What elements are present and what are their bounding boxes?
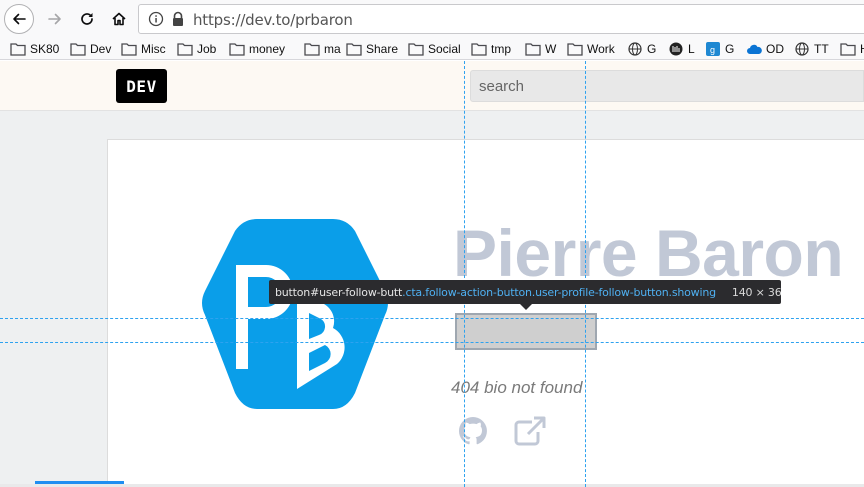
bookmark-item[interactable]: Work (567, 40, 615, 58)
bookmark-item[interactable]: money (229, 40, 285, 58)
bookmark-label: OD (766, 42, 784, 56)
bookmark-label: SK80 (30, 42, 60, 56)
bookmark-label: Dev (90, 42, 112, 56)
arrow-left-icon (13, 13, 26, 25)
folder-icon (525, 42, 541, 56)
tooltip-classes: .cta.follow-action-button.user-profile-f… (402, 285, 716, 299)
bookmark-label: money (249, 42, 286, 56)
folder-icon (471, 42, 487, 56)
bookmark-item[interactable]: Social (408, 40, 461, 58)
reload-icon (81, 13, 93, 25)
bookmark-label: W (545, 42, 557, 56)
bookmark-item[interactable]: Job (177, 40, 216, 58)
github-icon (458, 416, 487, 445)
site-icon (668, 42, 684, 56)
arrow-right-icon (48, 13, 61, 25)
tooltip-id: #user-follow-butt (310, 285, 403, 299)
profile-bio: 404 bio not found (451, 378, 583, 397)
info-icon[interactable] (148, 11, 164, 32)
folder-icon (567, 42, 583, 56)
bookmark-label: ma (324, 42, 341, 56)
bookmark-item[interactable]: tmp (471, 40, 511, 58)
folder-icon (121, 42, 137, 56)
bookmark-label: Work (587, 42, 615, 56)
globe-icon (794, 42, 810, 56)
globe-icon (627, 42, 643, 56)
dev-logo[interactable]: DEV (116, 69, 167, 103)
bookmark-item[interactable]: G (627, 40, 656, 58)
bookmark-item[interactable]: SK80 (10, 40, 59, 58)
bookmark-item[interactable]: W (525, 40, 556, 58)
bookmark-label: Misc (141, 42, 166, 56)
folder-icon (346, 42, 362, 56)
svg-text:g: g (710, 45, 715, 55)
folder-icon (177, 42, 193, 56)
search-input[interactable] (470, 70, 864, 102)
home-button[interactable] (104, 4, 134, 34)
external-link-icon (514, 416, 546, 446)
folder-icon (70, 42, 86, 56)
bookmark-item[interactable]: gG (705, 40, 734, 58)
folder-icon (229, 42, 245, 56)
tooltip-dimensions: 140 × 36 (731, 285, 781, 299)
folder-icon (10, 42, 26, 56)
bookmark-item[interactable]: ma (304, 40, 341, 58)
tooltip-arrow (520, 304, 532, 310)
site-header: DEV (0, 61, 864, 111)
bookmark-label: H (860, 42, 864, 56)
bookmark-label: L (688, 42, 695, 56)
bookmark-label: G (647, 42, 657, 56)
reload-button[interactable] (72, 4, 102, 34)
folder-icon (304, 42, 320, 56)
follow-button[interactable] (455, 313, 597, 350)
lock-icon[interactable] (171, 11, 185, 32)
bookmark-item[interactable]: Share (346, 40, 398, 58)
bookmark-label: TT (814, 42, 829, 56)
url-text: https://dev.to/prbaron (193, 11, 353, 29)
back-button[interactable] (4, 4, 34, 34)
bookmark-label: G (725, 42, 735, 56)
cloud-icon (746, 42, 762, 56)
site-icon: g (705, 42, 721, 56)
bookmark-item[interactable]: OD (746, 40, 784, 58)
bookmark-label: tmp (491, 42, 512, 56)
devtools-element-tooltip: button #user-follow-butt .cta.follow-act… (269, 280, 781, 304)
tooltip-tag: button (275, 285, 311, 299)
bookmarks-bar: SK80 Dev Misc Job money ma Share Social tmp W Work… (0, 38, 864, 60)
forward-button[interactable] (40, 4, 70, 34)
github-link[interactable] (457, 415, 489, 452)
browser-toolbar: https://dev.to/prbaron (0, 0, 864, 38)
folder-icon (408, 42, 424, 56)
bookmark-label: Share (366, 42, 399, 56)
profile-avatar (202, 219, 388, 409)
home-icon (112, 12, 126, 26)
bookmark-label: Social (428, 42, 461, 56)
bookmark-item[interactable]: H (840, 40, 864, 58)
external-link[interactable] (513, 416, 547, 451)
bookmark-item[interactable]: Dev (70, 40, 111, 58)
bookmark-item[interactable]: Misc (121, 40, 166, 58)
bookmark-label: Job (197, 42, 217, 56)
bookmark-item[interactable]: L (668, 40, 695, 58)
address-bar[interactable]: https://dev.to/prbaron (138, 4, 864, 34)
bookmark-item[interactable]: TT (794, 40, 829, 58)
folder-icon (840, 42, 856, 56)
